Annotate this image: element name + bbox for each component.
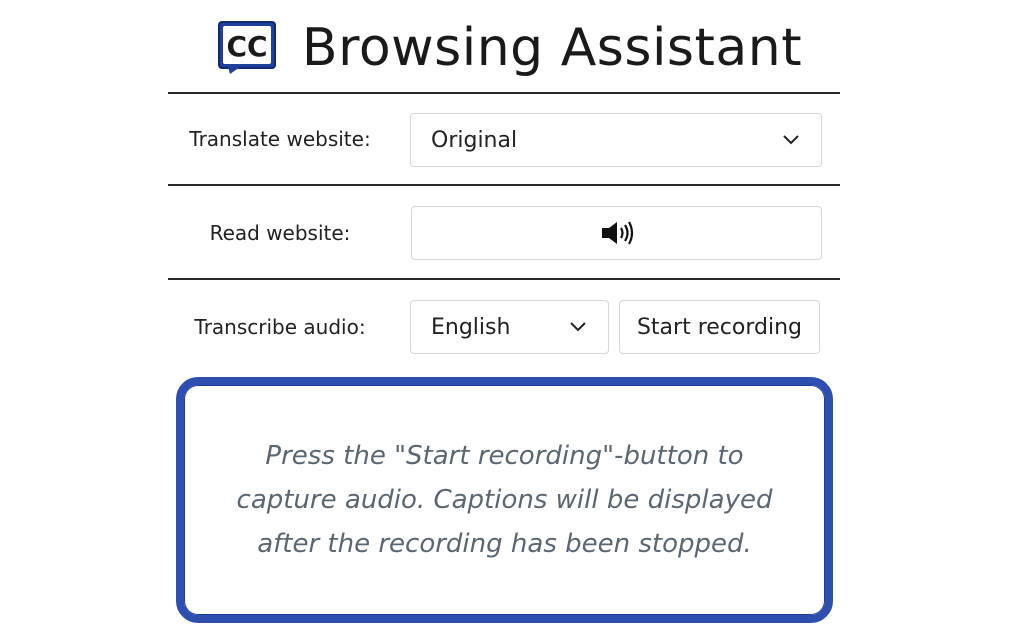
chevron-down-icon — [783, 135, 799, 145]
header: CC Browsing Assistant — [0, 12, 1020, 84]
page-title: Browsing Assistant — [301, 18, 803, 78]
read-website-button[interactable] — [411, 206, 822, 260]
logo-text: CC — [226, 30, 267, 63]
divider — [168, 184, 840, 186]
divider — [168, 278, 840, 280]
translate-language-select[interactable]: Original — [410, 113, 822, 167]
read-label: Read website: — [209, 221, 351, 245]
cc-logo-icon: CC — [217, 21, 276, 75]
translate-selected-value: Original — [431, 127, 518, 153]
divider — [168, 92, 840, 94]
chevron-down-icon — [570, 322, 586, 332]
translate-label: Translate website: — [189, 127, 371, 151]
start-recording-button[interactable]: Start recording — [619, 300, 820, 354]
caption-placeholder-text: Press the "Start recording"-button to ca… — [236, 441, 773, 559]
transcribe-language-select[interactable]: English — [410, 300, 609, 354]
browsing-assistant-popup: CC Browsing Assistant Translate website:… — [0, 0, 1020, 638]
transcribe-label: Transcribe audio: — [194, 315, 366, 339]
speaker-icon — [601, 221, 633, 245]
transcribe-selected-value: English — [431, 314, 511, 340]
caption-output-box: Press the "Start recording"-button to ca… — [176, 377, 833, 623]
